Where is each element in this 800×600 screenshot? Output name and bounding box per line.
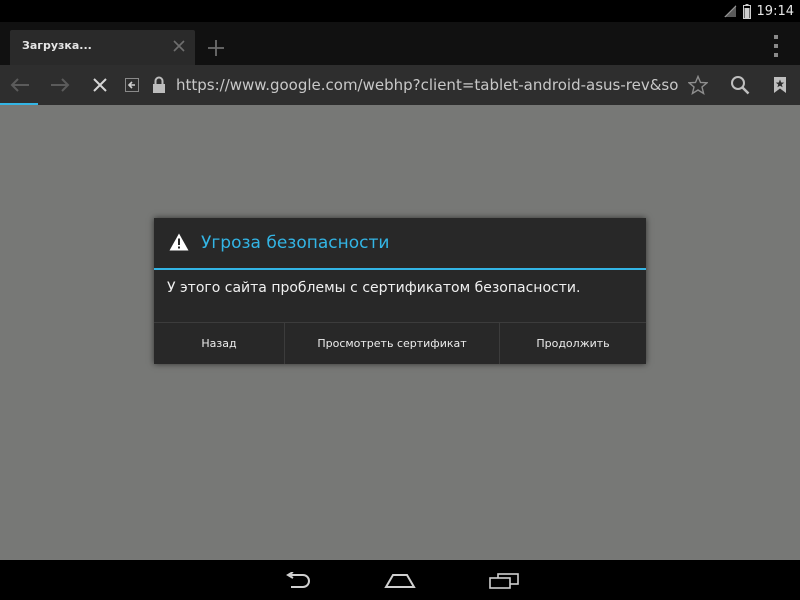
dialog-title: Угроза безопасности xyxy=(201,233,390,253)
view-certificate-button[interactable]: Просмотреть сертификат xyxy=(284,323,499,364)
tab-strip: Загрузка... xyxy=(0,22,800,65)
dialog-message: У этого сайта проблемы с сертификатом бе… xyxy=(167,280,581,296)
status-bar: 19:14 xyxy=(0,0,800,22)
url-field[interactable]: https://www.google.com/webhp?client=tabl… xyxy=(176,76,679,94)
back-icon[interactable] xyxy=(0,65,40,105)
battery-icon xyxy=(742,3,751,19)
bookmarks-icon[interactable] xyxy=(760,65,800,105)
dialog-button-bar: Назад Просмотреть сертификат Продолжить xyxy=(154,322,646,365)
nav-back-icon[interactable] xyxy=(274,566,318,596)
status-time: 19:14 xyxy=(756,3,794,19)
close-icon[interactable] xyxy=(169,36,189,56)
signal-icon xyxy=(723,4,737,18)
back-button[interactable]: Назад xyxy=(154,323,284,364)
lock-icon xyxy=(142,65,176,105)
navigation-bar xyxy=(0,560,800,600)
home-icon[interactable] xyxy=(378,566,422,596)
recent-apps-icon[interactable] xyxy=(482,566,526,596)
forward-icon[interactable] xyxy=(40,65,80,105)
overflow-menu-icon[interactable] xyxy=(770,33,782,59)
tab-title: Загрузка... xyxy=(22,39,92,52)
dialog-header: Угроза безопасности xyxy=(154,218,646,269)
dialog-title-divider xyxy=(154,268,646,270)
security-warning-dialog: Угроза безопасности У этого сайта пробле… xyxy=(154,218,646,364)
browser-toolbar: https://www.google.com/webhp?client=tabl… xyxy=(0,65,800,105)
status-icons: 19:14 xyxy=(723,0,800,22)
new-tab-icon[interactable] xyxy=(203,35,229,61)
star-icon[interactable] xyxy=(678,65,718,105)
search-icon[interactable] xyxy=(720,65,760,105)
tab-loading[interactable]: Загрузка... xyxy=(10,30,195,65)
warning-icon xyxy=(169,233,189,251)
continue-button[interactable]: Продолжить xyxy=(499,323,646,364)
